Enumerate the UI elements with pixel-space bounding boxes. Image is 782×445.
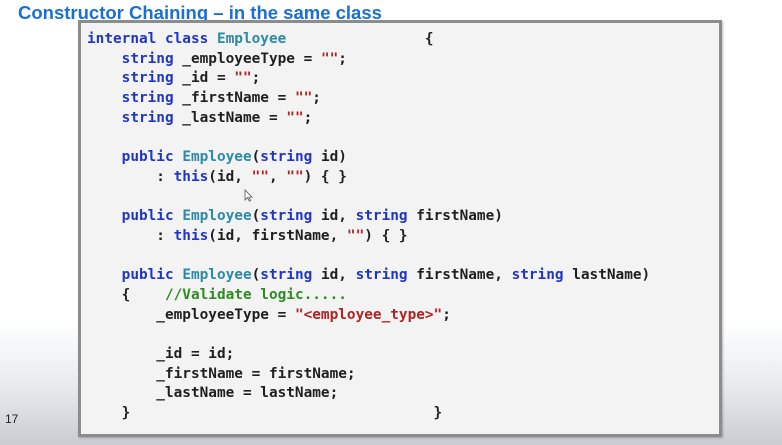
code-token-type: Employee bbox=[216, 31, 287, 47]
code-token-keyword: public bbox=[121, 208, 183, 225]
code-token-keyword: string bbox=[260, 267, 313, 284]
code-token-plain: ) { } bbox=[364, 227, 408, 244]
code-token-plain: _employeeType = bbox=[173, 50, 321, 67]
code-token-plain: ( bbox=[251, 267, 261, 284]
code-token-plain: { bbox=[286, 31, 434, 47]
code-line: : this(id, "", "") { } bbox=[87, 168, 650, 188]
code-token-type: Employee bbox=[182, 149, 252, 166]
code-token-plain: id, bbox=[312, 267, 356, 284]
code-token-plain: _lastName = lastName; bbox=[87, 385, 339, 402]
code-token-comment: //Validate logic..... bbox=[164, 286, 347, 303]
code-token-plain: _firstName = bbox=[173, 90, 295, 107]
code-line: internal class Employee { bbox=[87, 30, 650, 50]
code-token-keyword: public bbox=[121, 267, 183, 284]
code-token-keyword: string bbox=[121, 109, 174, 126]
code-token-plain: ( bbox=[251, 208, 261, 225]
code-token-plain: firstName, bbox=[407, 267, 512, 284]
code-token-plain: { bbox=[87, 286, 165, 303]
code-token-string: "" bbox=[234, 70, 252, 87]
code-token-plain: id, bbox=[312, 208, 356, 225]
code-token-keyword: string bbox=[355, 267, 408, 284]
code-token-plain: ( bbox=[251, 149, 261, 166]
code-token-plain: _id = id; bbox=[87, 346, 235, 362]
code-line: public Employee(string id) bbox=[87, 148, 650, 168]
code-token-plain: _firstName = firstName; bbox=[87, 365, 356, 382]
code-line: { //Validate logic..... bbox=[87, 286, 650, 306]
code-line: public Employee(string id, string firstN… bbox=[87, 266, 651, 286]
code-token-keyword: string bbox=[260, 208, 313, 225]
code-token-plain: ; bbox=[251, 70, 261, 87]
code-token-keyword: this bbox=[173, 168, 209, 185]
code-listing: internal class Employee { string _employ… bbox=[87, 30, 650, 424]
code-line: } } bbox=[87, 404, 650, 424]
code-token-keyword: string bbox=[260, 149, 313, 166]
code-token-string: "<employee_type>" bbox=[294, 306, 443, 323]
code-token-plain: lastName) bbox=[563, 267, 651, 284]
code-line: string _lastName = ""; bbox=[87, 109, 650, 129]
code-line: _id = id; bbox=[87, 345, 650, 365]
code-token-keyword: string bbox=[121, 90, 174, 107]
code-token-plain: ; bbox=[312, 90, 321, 107]
code-token-string: "" bbox=[294, 90, 313, 107]
code-token-type: Employee bbox=[182, 208, 252, 225]
code-line: public Employee(string id, string firstN… bbox=[87, 207, 650, 227]
code-token-plain: ; bbox=[303, 109, 313, 126]
page-number: 17 bbox=[5, 412, 19, 426]
code-token-keyword: string bbox=[121, 70, 174, 87]
code-token-plain: : bbox=[87, 168, 174, 185]
code-token-plain: } } bbox=[87, 405, 443, 422]
code-line: string _employeeType = ""; bbox=[87, 50, 650, 70]
code-token-plain: _lastName = bbox=[173, 109, 287, 126]
mouse-pointer-icon bbox=[244, 189, 253, 202]
code-token-string: "" bbox=[346, 227, 365, 244]
code-line: string _firstName = ""; bbox=[87, 89, 650, 109]
code-token-string: "" bbox=[286, 168, 304, 185]
code-token-keyword: internal class bbox=[87, 31, 217, 47]
code-token-plain: , bbox=[268, 168, 287, 185]
code-token-plain: : bbox=[87, 227, 174, 244]
code-line: _employeeType = "<employee_type>"; bbox=[87, 306, 650, 326]
code-token-keyword: string bbox=[355, 208, 408, 225]
code-token-plain: ) { } bbox=[303, 168, 347, 185]
code-token-plain: ; bbox=[442, 306, 451, 323]
code-token-plain: _employeeType = bbox=[87, 306, 295, 323]
code-token-type: Employee bbox=[182, 267, 252, 284]
code-token-string: "" bbox=[286, 109, 304, 126]
code-token-keyword: string bbox=[121, 50, 174, 67]
code-block: internal class Employee { string _employ… bbox=[78, 20, 722, 437]
code-token-plain: id) bbox=[312, 149, 347, 166]
code-line: _lastName = lastName; bbox=[87, 384, 650, 404]
code-token-keyword: string bbox=[511, 267, 564, 284]
code-line: _firstName = firstName; bbox=[87, 365, 650, 385]
code-token-plain: ; bbox=[338, 50, 347, 67]
code-line: : this(id, firstName, "") { } bbox=[87, 227, 650, 247]
code-token-keyword: public bbox=[121, 149, 183, 166]
code-token-plain: _id = bbox=[173, 70, 235, 87]
code-token-plain: (id, bbox=[208, 168, 252, 185]
code-token-keyword: this bbox=[173, 227, 209, 244]
code-token-string: "" bbox=[320, 50, 339, 67]
code-token-string: "" bbox=[251, 168, 269, 185]
code-token-plain: firstName) bbox=[407, 208, 503, 225]
code-line: string _id = ""; bbox=[87, 69, 650, 89]
code-token-plain: (id, firstName, bbox=[208, 227, 347, 244]
